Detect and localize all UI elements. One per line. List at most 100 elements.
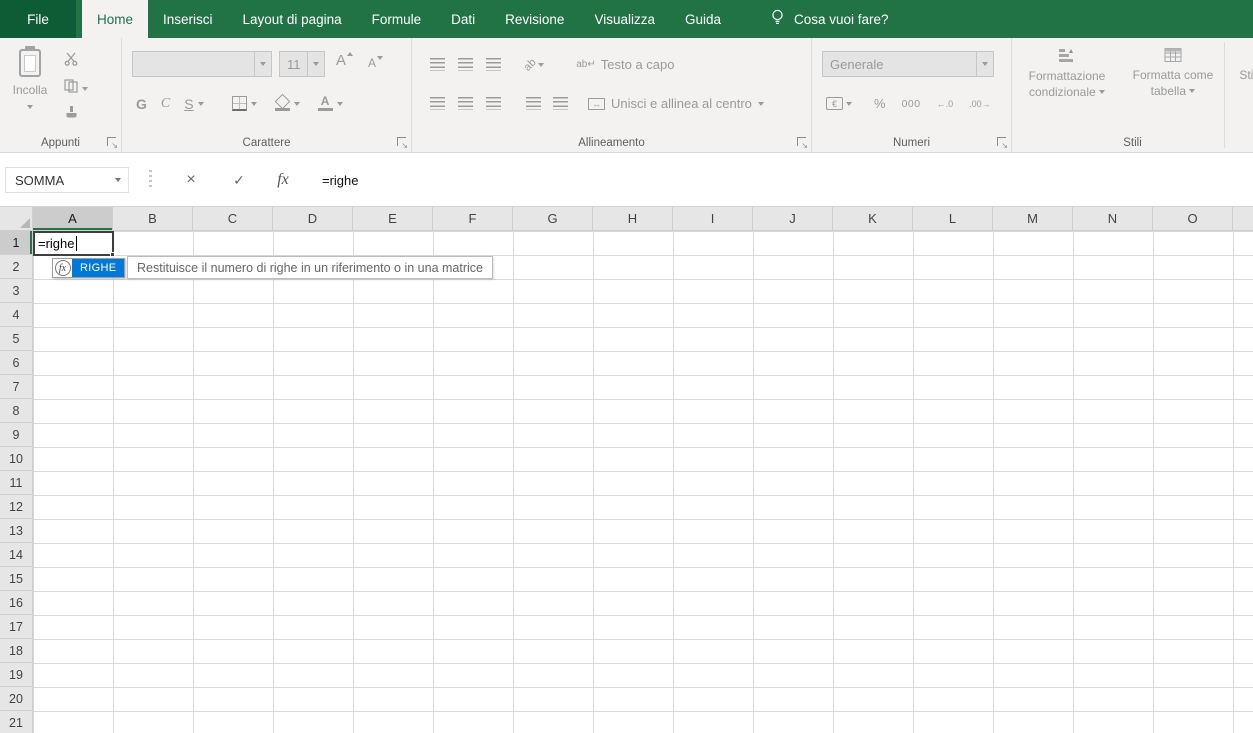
column-header-d[interactable]: D bbox=[273, 207, 353, 230]
row-header-20[interactable]: 20 bbox=[0, 687, 32, 711]
orientation-dropdown-arrow[interactable] bbox=[538, 63, 544, 67]
tab-inserisci[interactable]: Inserisci bbox=[148, 0, 228, 38]
row-header-5[interactable]: 5 bbox=[0, 327, 32, 351]
orientation-icon[interactable] bbox=[522, 56, 539, 73]
font-size-dropdown-arrow[interactable] bbox=[307, 52, 324, 76]
row-header-21[interactable]: 21 bbox=[0, 711, 32, 733]
select-all-corner[interactable] bbox=[0, 207, 33, 231]
formula-input[interactable]: =righe bbox=[322, 167, 359, 193]
row-header-19[interactable]: 19 bbox=[0, 663, 32, 687]
comma-style-button[interactable]: 000 bbox=[902, 98, 921, 110]
column-header-m[interactable]: M bbox=[993, 207, 1073, 230]
increase-indent-icon[interactable] bbox=[553, 97, 568, 110]
clipboard-dialog-launcher-icon[interactable] bbox=[107, 137, 116, 146]
decrease-decimal-icon[interactable] bbox=[969, 99, 991, 109]
row-header-17[interactable]: 17 bbox=[0, 615, 32, 639]
format-painter-button[interactable] bbox=[58, 102, 110, 129]
tell-me[interactable]: Cosa vuoi fare? bbox=[770, 0, 889, 38]
increase-font-size-button[interactable]: A bbox=[336, 52, 353, 69]
percent-style-button[interactable]: % bbox=[874, 96, 886, 111]
fill-handle[interactable] bbox=[110, 252, 115, 257]
column-header-l[interactable]: L bbox=[913, 207, 993, 230]
underline-dropdown-arrow[interactable] bbox=[198, 102, 204, 106]
insert-function-button[interactable]: fx bbox=[268, 167, 298, 193]
row-header-4[interactable]: 4 bbox=[0, 303, 32, 327]
column-header-o[interactable]: O bbox=[1153, 207, 1233, 230]
column-header-c[interactable]: C bbox=[193, 207, 273, 230]
increase-decimal-icon[interactable] bbox=[937, 99, 954, 109]
enter-button[interactable]: ✓ bbox=[224, 167, 254, 193]
row-header-15[interactable]: 15 bbox=[0, 567, 32, 591]
row-header-10[interactable]: 10 bbox=[0, 447, 32, 471]
row-header-7[interactable]: 7 bbox=[0, 375, 32, 399]
tab-guida[interactable]: Guida bbox=[670, 0, 736, 38]
copy-button[interactable] bbox=[58, 75, 110, 102]
column-header-g[interactable]: G bbox=[513, 207, 593, 230]
bold-button[interactable]: G bbox=[136, 96, 147, 112]
align-bottom-icon[interactable] bbox=[486, 58, 501, 71]
alignment-dialog-launcher-icon[interactable] bbox=[797, 137, 806, 146]
column-header-k[interactable]: K bbox=[833, 207, 913, 230]
cancel-button[interactable]: × bbox=[176, 167, 206, 193]
fill-color-dropdown-arrow[interactable] bbox=[294, 102, 300, 106]
wrap-text-button[interactable]: Testo a capo bbox=[601, 57, 675, 72]
name-box[interactable]: SOMMA bbox=[5, 167, 129, 193]
align-center-icon[interactable] bbox=[458, 97, 473, 110]
column-header-h[interactable]: H bbox=[593, 207, 673, 230]
row-header-9[interactable]: 9 bbox=[0, 423, 32, 447]
font-name-combo[interactable] bbox=[132, 51, 272, 77]
cell-grid[interactable]: =righe RIGHE Restituisce il numero di ri… bbox=[33, 231, 1253, 733]
font-color-dropdown-arrow[interactable] bbox=[337, 102, 343, 106]
row-header-8[interactable]: 8 bbox=[0, 399, 32, 423]
conditional-dropdown-arrow[interactable] bbox=[1099, 90, 1105, 94]
column-header-i[interactable]: I bbox=[673, 207, 753, 230]
underline-button[interactable]: S bbox=[184, 96, 193, 112]
tab-dati[interactable]: Dati bbox=[436, 0, 490, 38]
decrease-indent-icon[interactable] bbox=[526, 97, 541, 110]
format-as-table-dropdown-arrow[interactable] bbox=[1189, 89, 1195, 93]
align-right-icon[interactable] bbox=[486, 97, 501, 110]
paste-button[interactable]: Incolla bbox=[6, 46, 54, 115]
row-header-3[interactable]: 3 bbox=[0, 279, 32, 303]
accounting-format-icon[interactable] bbox=[826, 97, 843, 110]
align-top-icon[interactable] bbox=[430, 58, 445, 71]
number-format-dropdown-arrow[interactable] bbox=[976, 52, 993, 76]
row-header-2[interactable]: 2 bbox=[0, 255, 32, 279]
row-header-12[interactable]: 12 bbox=[0, 495, 32, 519]
row-header-6[interactable]: 6 bbox=[0, 351, 32, 375]
formula-bar-grip[interactable] bbox=[149, 170, 152, 190]
tab-layout-di-pagina[interactable]: Layout di pagina bbox=[228, 0, 357, 38]
column-header-j[interactable]: J bbox=[753, 207, 833, 230]
font-size-combo[interactable]: 11 bbox=[279, 51, 325, 77]
cell-styles-button[interactable]: Stili cella bbox=[1228, 47, 1253, 84]
font-name-dropdown-arrow[interactable] bbox=[254, 52, 271, 76]
tab-file[interactable]: File bbox=[0, 0, 76, 38]
merge-center-dropdown-arrow[interactable] bbox=[758, 102, 764, 106]
row-header-14[interactable]: 14 bbox=[0, 543, 32, 567]
row-header-13[interactable]: 13 bbox=[0, 519, 32, 543]
active-cell-a1[interactable]: =righe bbox=[33, 231, 114, 256]
number-dialog-launcher-icon[interactable] bbox=[997, 137, 1006, 146]
name-box-dropdown-arrow[interactable] bbox=[115, 178, 121, 182]
align-left-icon[interactable] bbox=[430, 97, 445, 110]
number-format-combo[interactable]: Generale bbox=[822, 51, 994, 77]
tab-home[interactable]: Home bbox=[82, 0, 148, 38]
column-header-f[interactable]: F bbox=[433, 207, 513, 230]
tab-visualizza[interactable]: Visualizza bbox=[579, 0, 670, 38]
italic-button[interactable]: C bbox=[161, 96, 170, 112]
paste-dropdown-arrow[interactable] bbox=[27, 105, 33, 109]
row-header-1[interactable]: 1 bbox=[0, 231, 32, 255]
align-middle-icon[interactable] bbox=[458, 58, 473, 71]
tab-formule[interactable]: Formule bbox=[357, 0, 437, 38]
column-header-e[interactable]: E bbox=[353, 207, 433, 230]
autocomplete-item-righe[interactable]: RIGHE bbox=[72, 259, 124, 277]
tab-revisione[interactable]: Revisione bbox=[490, 0, 579, 38]
row-header-16[interactable]: 16 bbox=[0, 591, 32, 615]
font-color-icon[interactable]: A bbox=[318, 96, 333, 111]
column-header-a[interactable]: A bbox=[33, 207, 113, 230]
borders-icon[interactable] bbox=[232, 96, 247, 111]
font-dialog-launcher-icon[interactable] bbox=[397, 137, 406, 146]
format-as-table-button[interactable]: Formatta come tabella bbox=[1122, 47, 1224, 99]
conditional-formatting-button[interactable]: Formattazione condizionale bbox=[1016, 47, 1118, 100]
merge-center-button[interactable]: Unisci e allinea al centro bbox=[611, 96, 752, 111]
